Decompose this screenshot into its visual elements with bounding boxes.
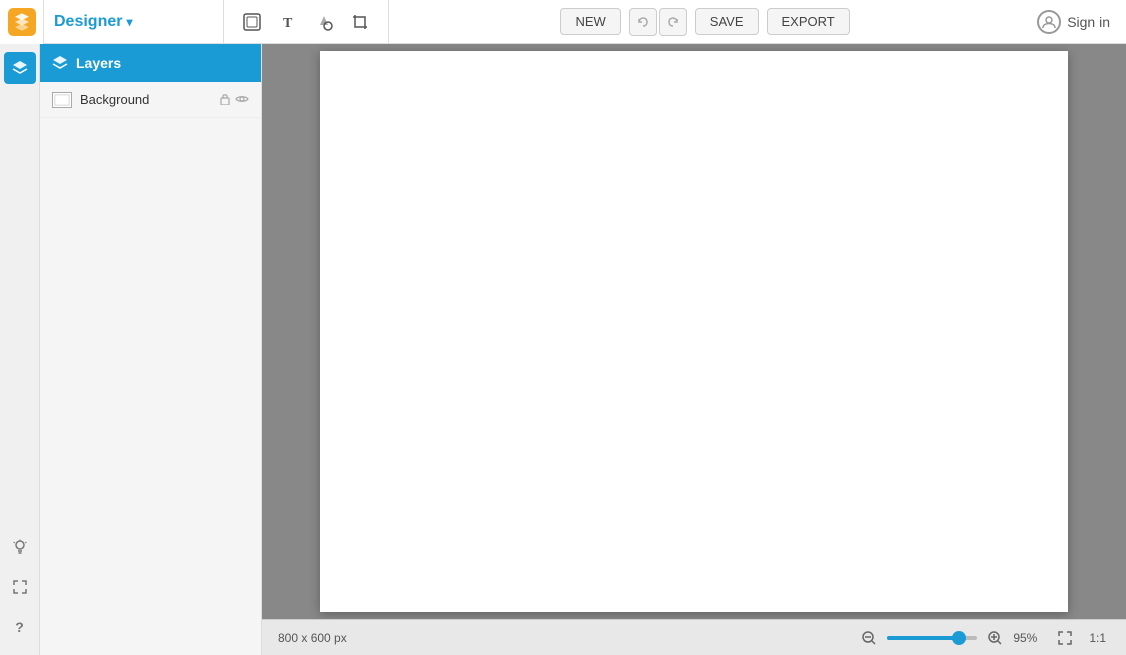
signin-area[interactable]: Sign in [1021,10,1126,34]
zoom-slider-fill [887,636,959,640]
layer-name: Background [80,92,211,107]
main-area: ? Layers Background [0,44,1126,655]
zoom-in-button[interactable] [985,628,1005,648]
layer-thumbnail [52,92,72,108]
layers-header-icon [52,55,68,71]
eye-icon[interactable] [235,92,249,108]
canvas-size-label: 800 x 600 px [278,631,347,645]
bottombar: 800 x 600 px 95% 1:1 [262,619,1126,655]
select-tool-button[interactable] [236,6,268,38]
lightbulb-icon-button[interactable] [4,531,36,563]
shapes-tool-button[interactable] [308,6,340,38]
app-title[interactable]: Designer ▾ [44,0,224,43]
ratio-button[interactable]: 1:1 [1085,629,1110,647]
canvas-area: 800 x 600 px 95% 1:1 [262,44,1126,655]
help-icon-button[interactable]: ? [4,611,36,643]
signin-label: Sign in [1067,14,1110,30]
app-logo[interactable] [0,0,44,44]
expand-icon-button[interactable] [4,571,36,603]
app-title-chevron: ▾ [126,15,132,29]
fit-button[interactable] [1053,626,1077,650]
export-button[interactable]: EXPORT [767,8,850,35]
svg-text:T: T [283,16,293,31]
zoom-out-button[interactable] [859,628,879,648]
undo-button[interactable] [629,8,657,36]
lock-icon[interactable] [219,92,231,108]
undo-redo-group [629,8,687,36]
crop-tool-button[interactable] [344,6,376,38]
layers-header: Layers [40,44,261,82]
layer-icons [219,92,249,108]
new-button[interactable]: NEW [560,8,620,35]
layers-panel: Layers Background [40,44,262,655]
canvas-wrapper [262,44,1126,619]
layers-panel-toggle[interactable] [4,52,36,84]
help-label: ? [15,619,24,635]
app-title-text: Designer [54,13,122,31]
text-tool-button[interactable]: T [272,6,304,38]
tool-buttons: T [224,0,389,43]
zoom-slider-thumb[interactable] [952,631,966,645]
user-icon [1037,10,1061,34]
sidebar-icons-bottom: ? [4,531,36,655]
zoom-controls: 95% 1:1 [859,626,1110,650]
design-canvas[interactable] [320,51,1068,612]
topbar-center: NEW SAVE EXPORT [389,8,1021,36]
layer-item-background[interactable]: Background [40,82,261,118]
redo-button[interactable] [659,8,687,36]
layers-panel-title: Layers [76,55,121,71]
sidebar-icons: ? [0,44,40,655]
zoom-slider[interactable] [887,636,977,640]
save-button[interactable]: SAVE [695,8,759,35]
topbar: Designer ▾ T NEW SAVE EXPORT [0,0,1126,44]
zoom-percent-label: 95% [1013,631,1045,645]
